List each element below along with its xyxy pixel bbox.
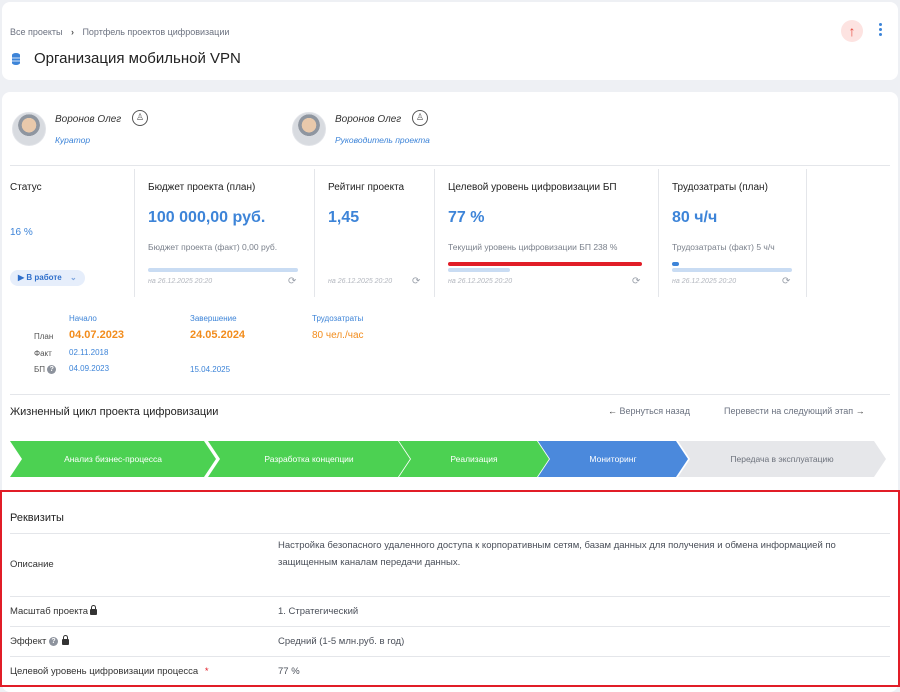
- play-icon: ▶: [18, 273, 25, 282]
- rating-title: Рейтинг проекта: [328, 182, 405, 193]
- change-curator-icon[interactable]: ♙: [132, 110, 148, 126]
- requisite-row-effect: Эффект ? Средний (1-5 млн.руб. в год): [10, 626, 890, 656]
- lock-icon: [62, 635, 69, 646]
- requisite-row-description: Описание Настройка безопасного удаленног…: [10, 533, 890, 596]
- change-manager-icon[interactable]: ♙: [412, 110, 428, 126]
- stage-label: Передача в эксплуатацию: [730, 454, 834, 464]
- labor-fact-value: Трудозатраты (факт) 5 ч/ч: [672, 242, 775, 252]
- status-title: Статус: [10, 182, 42, 193]
- lock-icon: [90, 605, 98, 616]
- next-stage-label: Перевести на следующий этап: [724, 406, 854, 416]
- arrow-left-icon: ←: [608, 406, 617, 416]
- stage-implementation[interactable]: Реализация: [399, 441, 549, 477]
- bp-start-date: 04.09.2023: [69, 364, 110, 373]
- curator-name[interactable]: Воронов Олег: [55, 114, 121, 125]
- required-star: *: [204, 666, 209, 677]
- stage-label: Разработка концепции: [264, 454, 354, 464]
- requisite-row-target: Целевой уровень цифровизации процесса * …: [10, 656, 890, 686]
- manager-name[interactable]: Воронов Олег: [335, 114, 401, 125]
- labor-date: на 26.12.2025 20:20: [672, 278, 737, 285]
- target-label-wrap: Целевой уровень цифровизации процесса *: [10, 666, 209, 677]
- budget-progress-bar: [148, 268, 298, 272]
- schedule-col-labor: Трудозатраты: [312, 314, 364, 323]
- breadcrumb-all-projects[interactable]: Все проекты: [10, 27, 63, 37]
- help-icon[interactable]: ?: [47, 365, 57, 375]
- labor-title: Трудозатраты (план): [672, 182, 768, 193]
- avatar-curator: [12, 112, 46, 146]
- bp-end-date: 15.04.2025: [190, 365, 231, 374]
- breadcrumb-separator-icon: ›: [70, 27, 74, 37]
- arrow-right-icon: →: [855, 406, 865, 416]
- stage-monitoring[interactable]: Мониторинг: [538, 441, 688, 477]
- schedule-row-bp-label: БП: [34, 365, 45, 374]
- target-value[interactable]: 77 %: [278, 663, 888, 680]
- status-dropdown[interactable]: ▶ В работе ⌄: [10, 270, 85, 286]
- description-label: Описание: [10, 559, 54, 570]
- fact-start-date: 02.11.2018: [69, 348, 109, 357]
- requisites-section: Реквизиты Описание Настройка безопасного…: [0, 490, 900, 687]
- effect-label-wrap: Эффект ?: [10, 635, 69, 647]
- description-value[interactable]: Настройка безопасного удаленного доступа…: [278, 537, 888, 571]
- next-stage-link[interactable]: Перевести на следующий этап →: [724, 406, 865, 416]
- status-percent: 16 %: [10, 227, 33, 238]
- back-link[interactable]: ← Вернуться назад: [608, 406, 690, 416]
- requisites-title: Реквизиты: [10, 512, 64, 524]
- page-title: Организация мобильной VPN: [34, 50, 241, 67]
- database-icon: [12, 52, 20, 65]
- status-chip-label: В работе: [26, 273, 62, 282]
- stage-label: Реализация: [450, 454, 498, 464]
- effect-value[interactable]: Средний (1-5 млн.руб. в год): [278, 633, 888, 650]
- labor-progress-bar: [672, 262, 792, 272]
- target-label: Целевой уровень цифровизации процесса: [10, 666, 199, 677]
- refresh-icon[interactable]: ⟳: [412, 276, 420, 287]
- priority-up-button[interactable]: ↑: [841, 20, 863, 42]
- requisite-row-scale: Масштаб проекта 1. Стратегический: [10, 596, 890, 626]
- header-card: Все проекты › Портфель проектов цифровиз…: [2, 2, 898, 80]
- budget-fact-value: Бюджет проекта (факт) 0,00 руб.: [148, 242, 278, 252]
- rating-value: 1,45: [328, 209, 360, 226]
- curator-role: Куратор: [55, 135, 91, 145]
- scale-value[interactable]: 1. Стратегический: [278, 603, 888, 620]
- schedule-col-start: Начало: [69, 314, 97, 323]
- breadcrumb-portfolio[interactable]: Портфель проектов цифровизации: [82, 27, 229, 37]
- stage-label: Мониторинг: [589, 454, 637, 464]
- budget-date: на 26.12.2025 20:20: [148, 278, 213, 285]
- back-link-label: Вернуться назад: [619, 406, 690, 416]
- refresh-icon[interactable]: ⟳: [782, 276, 790, 287]
- schedule-row-fact: Факт: [34, 349, 52, 358]
- help-icon[interactable]: ?: [49, 636, 58, 646]
- digital-title: Целевой уровень цифровизации БП: [448, 182, 617, 193]
- lifecycle-title: Жизненный цикл проекта цифровизации: [10, 406, 219, 418]
- stage-handover[interactable]: Передача в эксплуатацию: [678, 441, 886, 477]
- stage-label: Анализ бизнес-процесса: [64, 454, 162, 464]
- avatar-manager: [292, 112, 326, 146]
- chevron-down-icon: ⌄: [69, 273, 77, 282]
- refresh-icon[interactable]: ⟳: [632, 276, 640, 287]
- budget-title: Бюджет проекта (план): [148, 182, 256, 193]
- plan-labor-value: 80 чел./час: [312, 330, 364, 341]
- plan-start-date: 04.07.2023: [69, 329, 125, 341]
- schedule-row-plan: План: [34, 332, 54, 341]
- schedule-row-bp: БП ?: [34, 365, 57, 375]
- labor-plan-value: 80 ч/ч: [672, 209, 718, 226]
- scale-label: Масштаб проекта: [10, 606, 89, 617]
- digital-progress-bar: [448, 262, 642, 266]
- breadcrumb: Все проекты › Портфель проектов цифровиз…: [10, 22, 229, 40]
- budget-plan-value: 100 000,00 руб.: [148, 209, 266, 226]
- refresh-icon[interactable]: ⟳: [288, 276, 296, 287]
- effect-label: Эффект: [10, 636, 47, 647]
- digital-target-value: 77 %: [448, 209, 485, 226]
- digital-date: на 26.12.2025 20:20: [448, 278, 513, 285]
- stage-concept[interactable]: Разработка концепции: [208, 441, 410, 477]
- plan-end-date: 24.05.2024: [190, 329, 246, 341]
- scale-label-wrap: Масштаб проекта: [10, 605, 98, 617]
- more-menu-icon[interactable]: [879, 23, 883, 38]
- manager-role: Руководитель проекта: [335, 135, 430, 145]
- stage-analysis[interactable]: Анализ бизнес-процесса: [10, 441, 216, 477]
- digital-base-bar: [448, 268, 510, 272]
- rating-date: на 26.12.2025 20:20: [328, 278, 393, 285]
- schedule-col-end: Завершение: [190, 314, 237, 323]
- digital-current-value: Текущий уровень цифровизации БП 238 %: [448, 242, 618, 252]
